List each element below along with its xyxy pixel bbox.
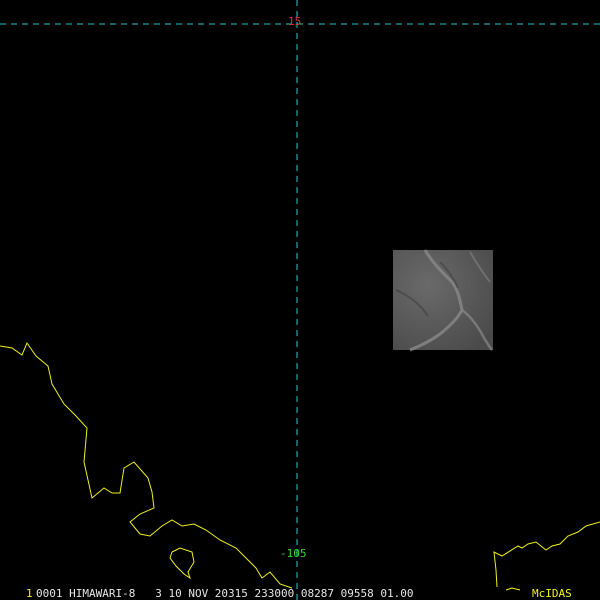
- status-bar: 1 0001 HIMAWARI-8 3 10 NOV 20315 233000 …: [0, 587, 600, 600]
- mcidas-logo: McIDAS: [532, 587, 572, 600]
- frame-number: 1: [26, 587, 33, 600]
- image-info-text: 0001 HIMAWARI-8 3 10 NOV 20315 233000 08…: [36, 587, 414, 600]
- map-canvas[interactable]: [0, 0, 600, 600]
- satellite-image-patch: [393, 249, 493, 352]
- map-viewer[interactable]: 15 -105 1 0001 HIMAWARI-8 3 10 NOV 20315…: [0, 0, 600, 600]
- longitude-label: -105: [280, 547, 307, 560]
- latitude-label: 15: [288, 15, 302, 28]
